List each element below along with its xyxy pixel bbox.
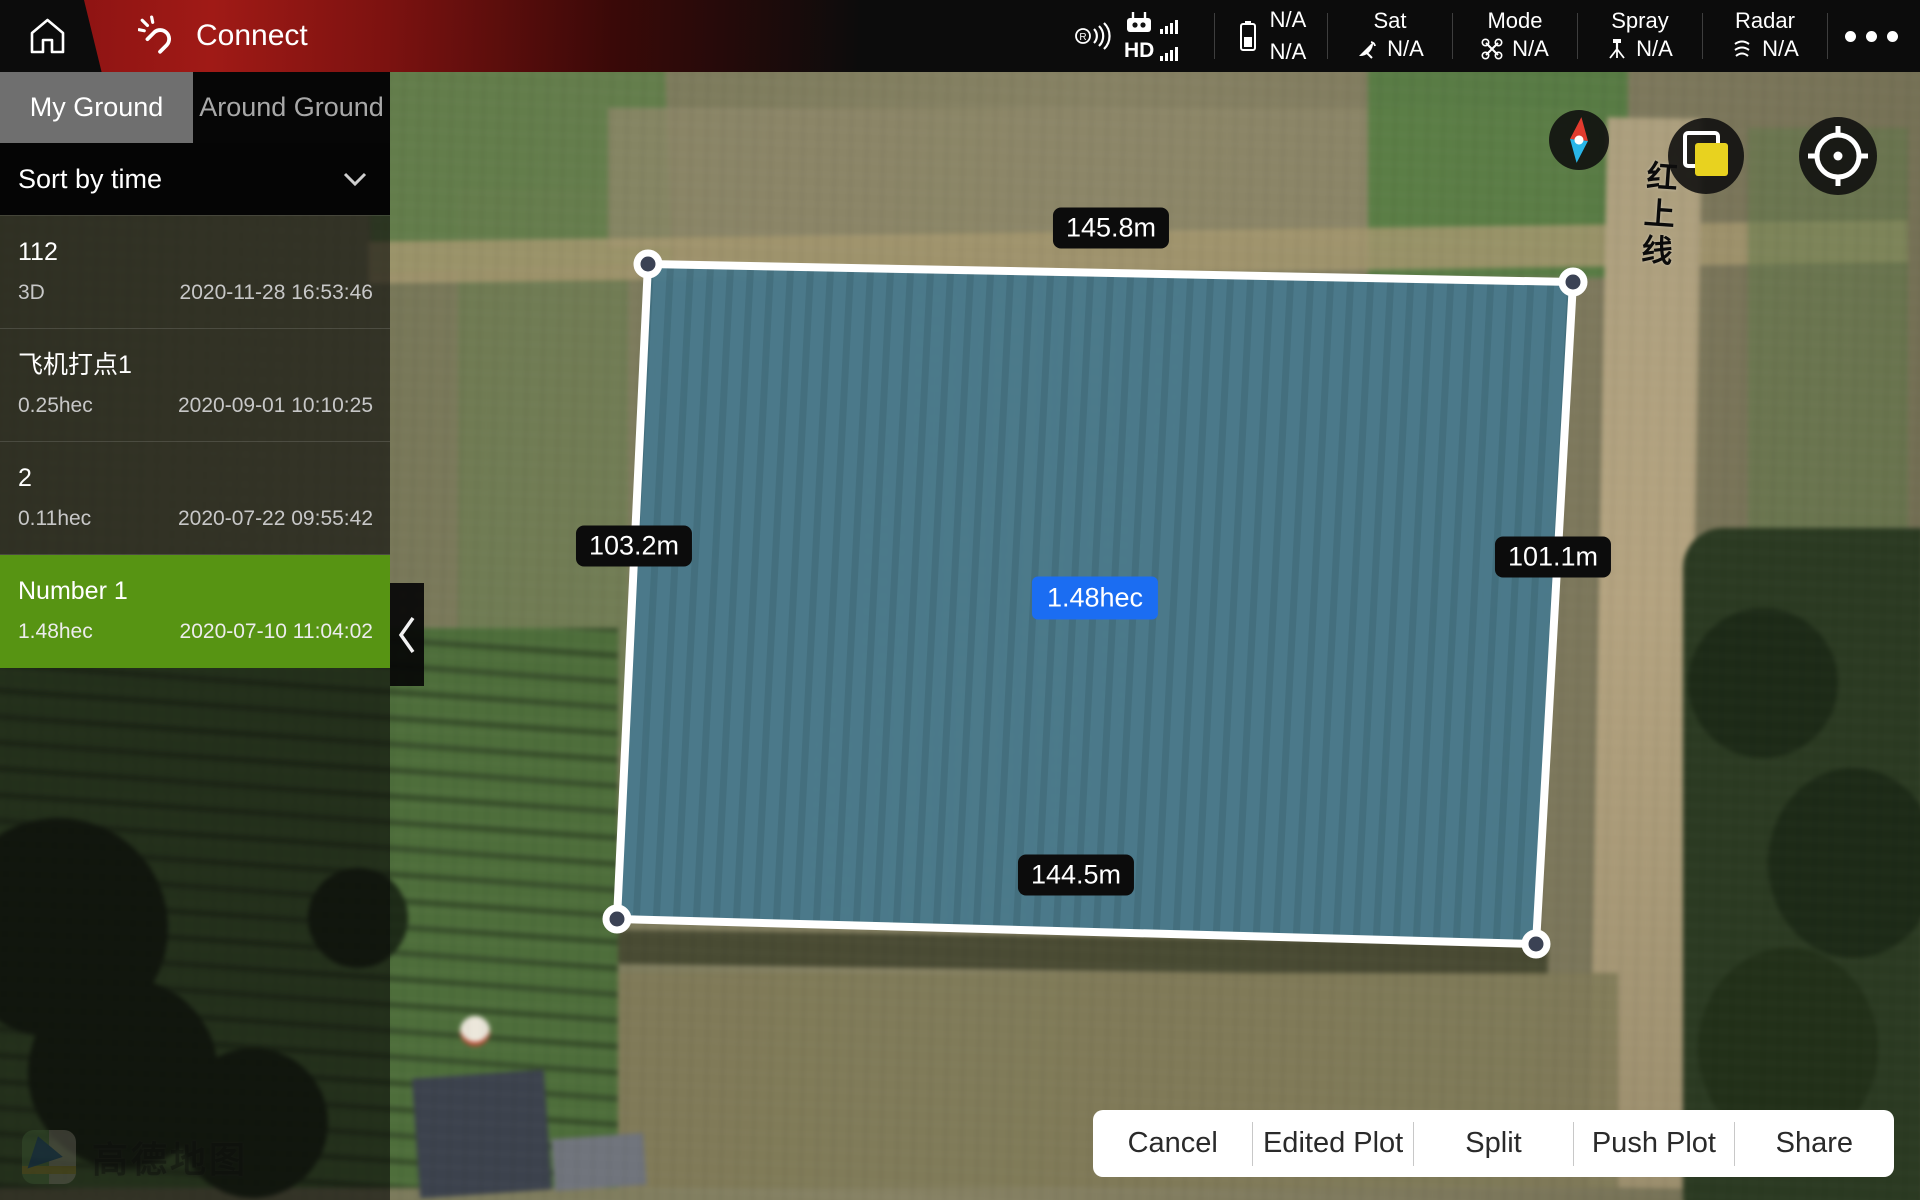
rtk-signal-icon: R — [1075, 20, 1111, 52]
sort-dropdown[interactable]: Sort by time — [0, 143, 390, 215]
ground-date: 2020-07-22 09:55:42 — [178, 508, 373, 529]
ground-date: 2020-11-28 16:53:46 — [180, 282, 373, 303]
hd-label: HD — [1124, 40, 1154, 61]
push-plot-button[interactable]: Push Plot — [1574, 1127, 1733, 1160]
list-item[interactable]: 112 3D 2020-11-28 16:53:46 — [0, 216, 390, 329]
top-status-bar: Connect R — [0, 0, 1920, 72]
corner-handle-bottom-left[interactable] — [606, 908, 628, 930]
map-layers-button[interactable] — [1668, 118, 1744, 194]
satellite-dish-icon — [1356, 38, 1378, 60]
ground-date: 2020-07-10 11:04:02 — [180, 621, 373, 642]
compass-button[interactable] — [1549, 110, 1609, 170]
home-icon — [25, 14, 70, 59]
link-quality-block: HD — [1124, 11, 1204, 61]
telemetry-status-bar: R HD — [1072, 0, 1904, 72]
radar-value: N/A — [1762, 36, 1799, 62]
hd-signal-bars-icon — [1160, 47, 1178, 61]
edge-length-left: 103.2m — [576, 526, 692, 567]
locate-me-button[interactable] — [1799, 117, 1877, 195]
sort-label: Sort by time — [18, 164, 162, 195]
compass-needle-icon — [1549, 110, 1609, 170]
sat-status: Sat N/A — [1338, 0, 1442, 72]
list-item-selected[interactable]: Number 1 1.48hec 2020-07-10 11:04:02 — [0, 555, 390, 668]
cancel-button[interactable]: Cancel — [1093, 1127, 1252, 1160]
spray-status: Spray N/A — [1588, 0, 1692, 72]
more-menu-button[interactable] — [1838, 31, 1904, 42]
ground-tabs: My Ground Around Ground — [0, 72, 390, 143]
rc-signal-bars-icon — [1160, 20, 1178, 34]
plot-area-badge: 1.48hec — [1032, 577, 1158, 620]
list-item[interactable]: 2 0.11hec 2020-07-22 09:55:42 — [0, 442, 390, 555]
ground-title: Number 1 — [18, 555, 373, 604]
ground-title: 2 — [18, 442, 373, 491]
edge-length-right: 101.1m — [1495, 537, 1611, 578]
radar-icon — [1731, 38, 1753, 60]
battery-status: N/A N/A — [1225, 7, 1317, 66]
ground-title: 112 — [18, 216, 373, 265]
ground-detail: 0.11hec — [18, 508, 91, 529]
drone-icon — [1481, 38, 1503, 60]
sidebar-collapse-handle[interactable] — [390, 583, 424, 686]
connect-control[interactable]: Connect — [138, 0, 308, 72]
ground-list-panel: My Ground Around Ground Sort by time 112… — [0, 72, 390, 1200]
ground-date: 2020-09-01 10:10:25 — [178, 395, 373, 416]
connect-label: Connect — [196, 19, 308, 53]
remote-controller-icon — [1124, 11, 1154, 34]
corner-handle-top-left[interactable] — [637, 253, 659, 275]
home-button[interactable] — [22, 10, 72, 62]
mode-status: Mode N/A — [1463, 0, 1567, 72]
ground-list: 112 3D 2020-11-28 16:53:46 飞机打点1 0.25hec… — [0, 215, 390, 668]
layers-icon — [1668, 118, 1744, 194]
edge-length-top: 145.8m — [1053, 208, 1169, 249]
mode-value: N/A — [1512, 36, 1549, 62]
chevron-left-icon — [396, 614, 418, 656]
edge-length-bottom: 144.5m — [1018, 855, 1134, 896]
plot-action-bar: Cancel Edited Plot Split Push Plot Share — [1093, 1110, 1894, 1177]
edited-plot-button[interactable]: Edited Plot — [1253, 1127, 1412, 1160]
list-item[interactable]: 飞机打点1 0.25hec 2020-09-01 10:10:25 — [0, 329, 390, 442]
corner-handle-bottom-right[interactable] — [1525, 933, 1547, 955]
chevron-down-icon — [342, 171, 368, 187]
battery-value-bottom: N/A — [1270, 39, 1307, 65]
ground-detail: 0.25hec — [18, 395, 93, 416]
split-button[interactable]: Split — [1414, 1127, 1573, 1160]
battery-value-top: N/A — [1270, 7, 1307, 33]
share-button[interactable]: Share — [1735, 1127, 1894, 1160]
sprayer-icon — [1607, 38, 1627, 60]
spray-value: N/A — [1636, 36, 1673, 62]
svg-text:R: R — [1079, 32, 1086, 43]
ground-title: 飞机打点1 — [18, 329, 373, 378]
ground-detail: 3D — [18, 282, 45, 303]
tab-around-ground[interactable]: Around Ground — [193, 72, 390, 143]
crosshair-icon — [1799, 117, 1877, 195]
ground-detail: 1.48hec — [18, 621, 93, 642]
radar-status: Radar N/A — [1713, 0, 1817, 72]
battery-icon — [1236, 20, 1260, 52]
broken-link-icon — [138, 15, 180, 57]
sat-value: N/A — [1387, 36, 1424, 62]
corner-handle-top-right[interactable] — [1562, 271, 1584, 293]
tab-my-ground[interactable]: My Ground — [0, 72, 193, 143]
